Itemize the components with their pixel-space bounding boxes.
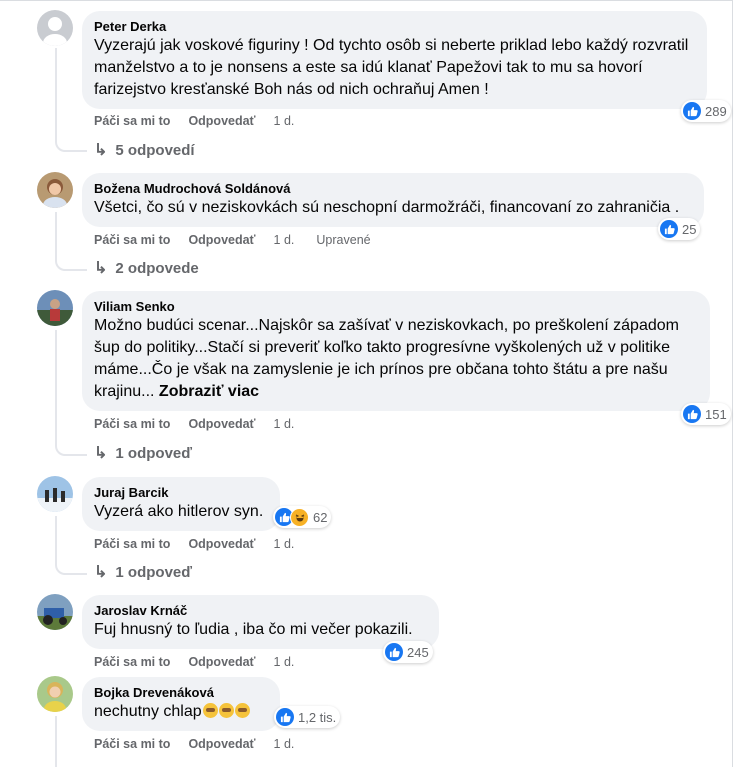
- thread-line: [55, 330, 57, 444]
- avatar[interactable]: [37, 290, 73, 326]
- see-no-evil-monkey-emoji: [234, 703, 250, 718]
- comment-author[interactable]: Viliam Senko: [94, 298, 698, 315]
- comment-time[interactable]: 1 d.: [274, 737, 295, 751]
- like-icon: [276, 708, 294, 726]
- reaction-count: 151: [705, 406, 727, 422]
- avatar[interactable]: [37, 476, 73, 512]
- reaction-count: 25: [682, 221, 697, 237]
- see-no-evil-monkey-emoji: [218, 703, 234, 718]
- comment-text: Všetci, čo sú v neziskovkách sú neschopn…: [94, 199, 680, 216]
- comment-text: Fuj hnusný to ľudia , iba čo mi večer po…: [94, 621, 413, 638]
- like-button[interactable]: Páči sa mi to: [94, 233, 170, 247]
- avatar[interactable]: [37, 594, 73, 630]
- reaction-summary[interactable]: 245: [383, 641, 433, 663]
- reaction-summary[interactable]: 151: [681, 403, 731, 425]
- comment-time[interactable]: 1 d.: [274, 537, 295, 551]
- reply-button[interactable]: Odpovedať: [188, 417, 255, 431]
- reply-button[interactable]: Odpovedať: [188, 233, 255, 247]
- thread-line: [55, 716, 57, 767]
- see-more-link[interactable]: Zobraziť viac: [159, 383, 259, 400]
- reaction-summary[interactable]: 25: [658, 218, 701, 240]
- thread-line: [55, 48, 57, 140]
- replies-count: 5 odpovedí: [115, 141, 195, 159]
- reaction-count: 289: [705, 103, 727, 119]
- view-replies-button[interactable]: ↳ 2 odpovede: [94, 258, 199, 278]
- reaction-summary[interactable]: 1,2 tis.: [274, 706, 341, 728]
- view-replies-button[interactable]: ↳ 1 odpoveď: [94, 443, 192, 463]
- thread-curve: [55, 559, 87, 575]
- comment-author[interactable]: Peter Derka: [94, 18, 695, 35]
- comment-actions: Páči sa mi to Odpovedať 1 d.: [94, 536, 316, 552]
- comment-time[interactable]: 1 d.: [274, 233, 295, 247]
- like-button[interactable]: Páči sa mi to: [94, 114, 170, 128]
- comment-time[interactable]: 1 d.: [274, 417, 295, 431]
- reply-button[interactable]: Odpovedať: [188, 737, 255, 751]
- comment-text: Vyzerá ako hitlerov syn.: [94, 503, 264, 520]
- like-icon: [385, 643, 403, 661]
- comment-time[interactable]: 1 d.: [274, 114, 295, 128]
- view-replies-button[interactable]: ↳ 1 odpoveď: [94, 562, 192, 582]
- see-no-evil-monkey-emoji: [202, 703, 218, 718]
- haha-icon: [290, 507, 309, 527]
- view-replies-button[interactable]: ↳ 5 odpovedí: [94, 140, 195, 160]
- reply-arrow-icon: ↳: [94, 564, 108, 581]
- like-button[interactable]: Páči sa mi to: [94, 417, 170, 431]
- avatar[interactable]: [37, 676, 73, 712]
- comment-text: Vyzerajú jak voskové figuriny ! Od tycht…: [94, 37, 693, 98]
- reaction-count: 1,2 tis.: [298, 709, 337, 725]
- reply-button[interactable]: Odpovedať: [188, 114, 255, 128]
- reply-arrow-icon: ↳: [94, 445, 108, 462]
- comment-author[interactable]: Božena Mudrochová Soldánová: [94, 180, 692, 197]
- reply-arrow-icon: ↳: [94, 260, 108, 277]
- like-icon: [683, 102, 701, 120]
- like-button[interactable]: Páči sa mi to: [94, 655, 170, 669]
- thread-curve: [55, 440, 87, 456]
- comment-bubble: Peter Derka Vyzerajú jak voskové figurin…: [82, 11, 707, 109]
- comment-actions: Páči sa mi to Odpovedať 1 d.: [94, 736, 316, 752]
- like-icon: [683, 405, 701, 423]
- like-button[interactable]: Páči sa mi to: [94, 737, 170, 751]
- replies-count: 2 odpovede: [115, 259, 199, 277]
- comment-author[interactable]: Jaroslav Krnáč: [94, 602, 427, 619]
- avatar[interactable]: [37, 10, 73, 46]
- like-button[interactable]: Páči sa mi to: [94, 537, 170, 551]
- comment-actions: Páči sa mi to Odpovedať 1 d.: [94, 654, 316, 670]
- reply-arrow-icon: ↳: [94, 142, 108, 159]
- replies-count: 1 odpoveď: [115, 444, 193, 462]
- comment-actions: Páči sa mi to Odpovedať 1 d.: [94, 113, 316, 129]
- thread-curve: [55, 255, 87, 271]
- comment-bubble: Juraj Barcik Vyzerá ako hitlerov syn.: [82, 477, 280, 531]
- thread-line: [55, 516, 57, 563]
- reply-button[interactable]: Odpovedať: [188, 537, 255, 551]
- comment-bubble: Božena Mudrochová Soldánová Všetci, čo s…: [82, 173, 704, 227]
- reply-button[interactable]: Odpovedať: [188, 655, 255, 669]
- reaction-summary[interactable]: 289: [681, 100, 731, 122]
- comment-time[interactable]: 1 d.: [274, 655, 295, 669]
- comment-actions: Páči sa mi to Odpovedať 1 d.: [94, 416, 316, 432]
- reaction-count: 62: [313, 509, 328, 525]
- comment-bubble: Viliam Senko Možno budúci scenar...Najsk…: [82, 291, 710, 411]
- thread-line: [55, 212, 57, 259]
- comment-author[interactable]: Juraj Barcik: [94, 484, 268, 501]
- reaction-summary[interactable]: 62: [273, 506, 332, 528]
- comment-bubble: Jaroslav Krnáč Fuj hnusný to ľudia , iba…: [82, 595, 439, 649]
- comment-bubble: Bojka Drevenáková nechutny chlap: [82, 677, 280, 731]
- comment-text: Možno budúci scenar...Najskôr sa zašívať…: [94, 315, 698, 403]
- replies-count: 1 odpoveď: [115, 563, 193, 581]
- top-divider: [0, 0, 733, 1]
- comment-actions: Páči sa mi to Odpovedať 1 d. Upravené: [94, 232, 371, 248]
- reaction-count: 245: [407, 644, 429, 660]
- thread-curve: [55, 136, 87, 152]
- right-divider: [732, 0, 733, 767]
- comment-text: nechutny chlap: [94, 701, 268, 723]
- avatar[interactable]: [37, 172, 73, 208]
- comment-author[interactable]: Bojka Drevenáková: [94, 684, 268, 701]
- like-icon: [660, 220, 678, 238]
- comment-text-body: nechutny chlap: [94, 703, 202, 720]
- edited-label: Upravené: [316, 233, 371, 247]
